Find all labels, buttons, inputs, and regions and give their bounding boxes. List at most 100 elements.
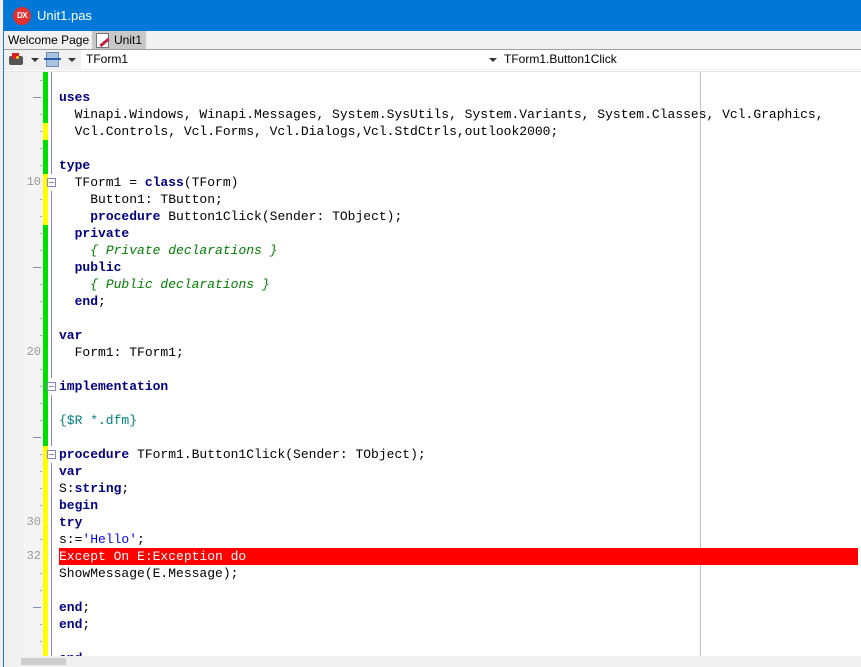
chevron-down-icon[interactable]: [68, 58, 76, 62]
code-editor[interactable]: uses Winapi.Windows, Winapi.Messages, Sy…: [4, 71, 861, 667]
structure-view-icon[interactable]: [44, 52, 61, 67]
code-line[interactable]: var: [4, 463, 861, 480]
fold-tree-line: [51, 361, 52, 378]
class-selector-combo[interactable]: TForm1: [81, 50, 499, 69]
code-text: implementation: [59, 379, 169, 394]
code-line[interactable]: {$R *.dfm}: [4, 412, 861, 429]
code-line[interactable]: s:='Hello';: [4, 531, 861, 548]
change-bar-yellow: [43, 123, 48, 140]
fold-tree-line: [51, 225, 52, 242]
editor-toolbar: TForm1 TForm1.Button1Click: [4, 50, 861, 70]
code-line[interactable]: 30 try: [4, 514, 861, 531]
code-line[interactable]: procedure Button1Click(Sender: TObject);: [4, 208, 861, 225]
delphi-logo-icon: DX: [13, 7, 31, 25]
code-line[interactable]: { Public declarations }: [4, 276, 861, 293]
fold-tree-line: [51, 548, 52, 565]
line-marker: [40, 590, 42, 591]
code-line[interactable]: { Private declarations }: [4, 242, 861, 259]
chevron-down-icon[interactable]: [31, 58, 39, 62]
fold-tree-line: [51, 208, 52, 225]
line-marker: [40, 318, 42, 319]
code-line-error[interactable]: 32 Except On E:Exception do: [4, 548, 861, 565]
tab-welcome-page[interactable]: Welcome Page: [8, 31, 89, 49]
code-line[interactable]: Winapi.Windows, Winapi.Messages, System.…: [4, 106, 861, 123]
code-line[interactable]: [4, 429, 861, 446]
window-left-edge: [0, 0, 4, 667]
fold-tree-line: [51, 633, 52, 650]
code-line[interactable]: 20 Form1: TForm1;: [4, 344, 861, 361]
code-text: S:string;: [59, 481, 130, 496]
code-line[interactable]: Vcl.Controls, Vcl.Forms, Vcl.Dialogs,Vcl…: [4, 123, 861, 140]
code-line[interactable]: ShowMessage(E.Message);: [4, 565, 861, 582]
code-line[interactable]: private: [4, 225, 861, 242]
code-text: procedure Button1Click(Sender: TObject);: [90, 209, 403, 224]
line-marker: [40, 301, 42, 302]
component-palette-icon[interactable]: [8, 52, 24, 66]
line-marker: [40, 624, 42, 625]
code-line[interactable]: [4, 310, 861, 327]
change-bar-yellow: [43, 480, 48, 497]
line-marker: [40, 216, 42, 217]
change-bar-yellow: [43, 514, 48, 531]
fold-tree-line: [51, 565, 52, 582]
code-line[interactable]: [4, 72, 861, 89]
fold-toggle-icon[interactable]: [47, 450, 56, 459]
fold-tree-line: [51, 412, 52, 429]
chevron-down-icon[interactable]: [489, 58, 497, 62]
scrollbar-thumb[interactable]: [21, 658, 66, 665]
fold-tree-line: [51, 259, 52, 276]
horizontal-scrollbar[interactable]: [4, 656, 861, 667]
change-bar-yellow: [43, 599, 48, 616]
line-number: 32: [26, 549, 41, 563]
change-bar-yellow: [43, 582, 48, 599]
class-selector-value: TForm1: [86, 52, 128, 66]
code-line[interactable]: Button1: TButton;: [4, 191, 861, 208]
code-line[interactable]: end;: [4, 293, 861, 310]
line-marker: [40, 369, 42, 370]
code-line[interactable]: S:string;: [4, 480, 861, 497]
code-text: Vcl.Controls, Vcl.Forms, Vcl.Dialogs,Vcl…: [59, 124, 559, 139]
fold-toggle-icon[interactable]: [47, 178, 56, 187]
code-line[interactable]: type: [4, 157, 861, 174]
fold-tree-line: [51, 191, 52, 208]
code-text: { Private declarations }: [90, 243, 278, 258]
code-line[interactable]: [4, 140, 861, 157]
code-line[interactable]: end;: [4, 616, 861, 633]
code-text: {$R *.dfm}: [59, 413, 138, 428]
change-bar-green: [43, 361, 48, 378]
code-line[interactable]: uses: [4, 89, 861, 106]
tab-unit1[interactable]: Unit1: [92, 31, 147, 49]
change-bar-yellow: [43, 565, 48, 582]
method-selector-value: TForm1.Button1Click: [504, 52, 617, 66]
code-text: end;: [59, 617, 91, 632]
fold-tree-line: [51, 123, 52, 140]
line-marker: [40, 386, 42, 387]
code-text: s:='Hello';: [59, 532, 145, 547]
code-text: end;: [59, 600, 91, 615]
code-line[interactable]: procedure TForm1.Button1Click(Sender: TO…: [4, 446, 861, 463]
change-bar-green: [43, 395, 48, 412]
line-marker: [40, 199, 42, 200]
change-bar-yellow: [43, 616, 48, 633]
code-line[interactable]: 10 TForm1 = class(TForm): [4, 174, 861, 191]
code-line[interactable]: [4, 582, 861, 599]
code-line[interactable]: public: [4, 259, 861, 276]
code-line[interactable]: [4, 395, 861, 412]
code-line[interactable]: [4, 361, 861, 378]
code-line[interactable]: end;: [4, 599, 861, 616]
method-selector-combo[interactable]: TForm1.Button1Click: [499, 50, 861, 69]
change-bar-green: [43, 72, 48, 89]
line-marker: [40, 641, 42, 642]
change-bar-yellow: [43, 463, 48, 480]
code-line[interactable]: begin: [4, 497, 861, 514]
fold-toggle-icon[interactable]: [47, 382, 56, 391]
fold-tree-line: [51, 429, 52, 446]
code-line[interactable]: var: [4, 327, 861, 344]
fold-tree-line: [51, 293, 52, 310]
change-bar-green: [43, 157, 48, 174]
code-line[interactable]: [4, 633, 861, 650]
fold-tree-line: [51, 582, 52, 599]
line-marker: [40, 165, 42, 166]
code-text: Except On E:Exception do: [59, 549, 247, 564]
code-line[interactable]: implementation: [4, 378, 861, 395]
